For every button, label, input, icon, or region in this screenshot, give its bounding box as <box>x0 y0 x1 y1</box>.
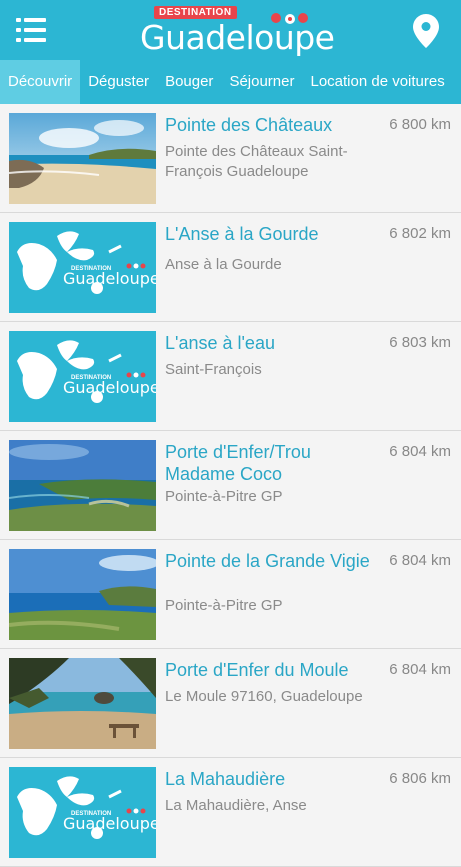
place-address: Le Moule 97160, Guadeloupe <box>165 688 363 705</box>
category-tabs: Découvrir Déguster Bouger Séjourner Loca… <box>0 60 461 104</box>
svg-text:Guadeloupe: Guadeloupe <box>63 378 156 397</box>
app-logo: DESTINATION Guadeloupe <box>140 6 335 57</box>
place-distance: 6 802 km <box>389 225 451 242</box>
placeholder-logo-image: DESTINATION Guadeloupe <box>9 222 156 313</box>
place-title: Pointe des Châteaux <box>165 115 333 135</box>
location-pin-icon[interactable] <box>413 14 439 48</box>
placeholder-logo-image: DESTINATION Guadeloupe <box>9 767 156 858</box>
list-item[interactable]: Porte d'Enfer du Moule 6 804 km Le Moule… <box>0 649 461 758</box>
place-distance: 6 804 km <box>389 661 451 678</box>
list-item[interactable]: Pointe de la Grande Vigie 6 804 km Point… <box>0 540 461 649</box>
place-distance: 6 806 km <box>389 770 451 787</box>
place-address: Pointe des Châteaux Saint-François Guade… <box>165 143 348 180</box>
tab-sejourner[interactable]: Séjourner <box>221 60 302 104</box>
palm-photo <box>9 658 156 749</box>
app-header: DESTINATION Guadeloupe <box>0 0 461 60</box>
place-title: L'Anse à la Gourde <box>165 224 319 244</box>
cliff-photo <box>9 549 156 640</box>
place-title: Porte d'Enfer/Trou Madame Coco <box>165 442 311 484</box>
place-address: Pointe-à-Pitre GP <box>165 488 283 505</box>
coast-photo <box>9 440 156 531</box>
placeholder-logo-image: DESTINATION Guadeloupe <box>9 331 156 422</box>
list-item[interactable]: DESTINATION Guadeloupe La Mahaudière 6 8… <box>0 758 461 867</box>
place-address: Anse à la Gourde <box>165 256 282 273</box>
hibiscus-icon <box>271 13 308 24</box>
svg-text:Guadeloupe: Guadeloupe <box>63 814 156 833</box>
list-item[interactable]: Porte d'Enfer/Trou Madame Coco 6 804 km … <box>0 431 461 540</box>
place-distance: 6 800 km <box>389 116 451 133</box>
list-item[interactable]: Pointe des Châteaux 6 800 km Pointe des … <box>0 104 461 213</box>
place-distance: 6 803 km <box>389 334 451 351</box>
svg-text:Guadeloupe: Guadeloupe <box>63 269 156 288</box>
place-address: Pointe-à-Pitre GP <box>165 597 283 614</box>
beach-photo <box>9 113 156 204</box>
tab-location-voitures[interactable]: Location de voitures <box>302 60 452 104</box>
places-list: Pointe des Châteaux 6 800 km Pointe des … <box>0 104 461 867</box>
menu-icon[interactable] <box>16 18 46 42</box>
place-address: La Mahaudière, Anse <box>165 797 307 814</box>
list-item[interactable]: DESTINATION Guadeloupe L'anse à l'eau 6 … <box>0 322 461 431</box>
place-title: L'anse à l'eau <box>165 333 275 353</box>
tab-decouvrir[interactable]: Découvrir <box>0 60 81 104</box>
place-distance: 6 804 km <box>389 443 451 460</box>
tab-deguster[interactable]: Déguster <box>80 60 157 104</box>
place-title: La Mahaudière <box>165 769 286 789</box>
place-distance: 6 804 km <box>389 552 451 569</box>
tab-bouger[interactable]: Bouger <box>157 60 221 104</box>
place-address: Saint-François <box>165 361 262 378</box>
list-item[interactable]: DESTINATION Guadeloupe L'Anse à la Gourd… <box>0 213 461 322</box>
place-title: Porte d'Enfer du Moule <box>165 660 349 680</box>
place-title: Pointe de la Grande Vigie <box>165 551 370 571</box>
